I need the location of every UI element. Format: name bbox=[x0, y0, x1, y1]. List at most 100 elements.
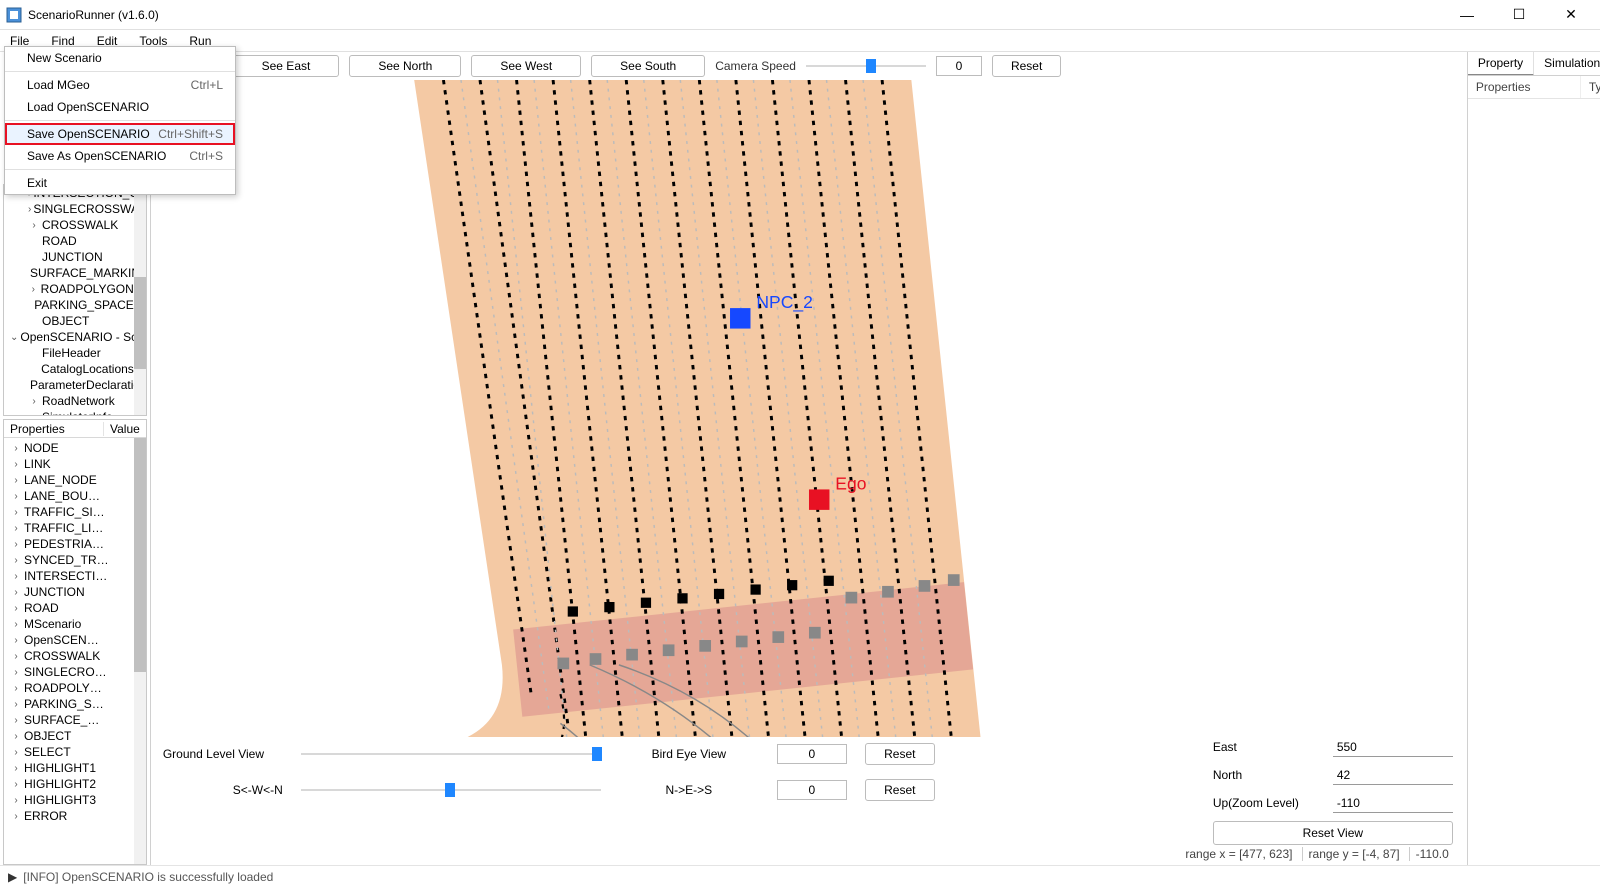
app-icon bbox=[6, 7, 22, 23]
menu-new-scenario[interactable]: New Scenario bbox=[5, 47, 235, 69]
menu-exit[interactable]: Exit bbox=[5, 172, 235, 194]
prop-tree-item[interactable]: ›MScenario bbox=[4, 616, 146, 632]
prop-tree-item[interactable]: ›ROADPOLY… bbox=[4, 680, 146, 696]
menu-load-mgeo[interactable]: Load MGeo Ctrl+L bbox=[5, 74, 235, 96]
prop-tree-item[interactable]: ›PEDESTRIA… bbox=[4, 536, 146, 552]
bird-view-label: Bird Eye View bbox=[619, 747, 759, 761]
swn-slider[interactable] bbox=[301, 780, 601, 800]
prop-tree-item[interactable]: ›INTERSECTI… bbox=[4, 568, 146, 584]
tree-item[interactable]: ⌄OpenSCENARIO - Scenario_Cut_In_1 bbox=[4, 329, 134, 345]
prop-tree-item[interactable]: ›JUNCTION bbox=[4, 584, 146, 600]
prop-tree-item[interactable]: ›LANE_NODE bbox=[4, 472, 146, 488]
tree-item[interactable]: JUNCTION bbox=[4, 249, 134, 265]
minimize-button[interactable]: — bbox=[1452, 7, 1482, 23]
prop-tree-item[interactable]: ›HIGHLIGHT3 bbox=[4, 792, 146, 808]
prop-tree-item[interactable]: ›HIGHLIGHT2 bbox=[4, 776, 146, 792]
tree-item[interactable]: CatalogLocations bbox=[4, 361, 134, 377]
entity-ego-label: Ego bbox=[835, 473, 866, 493]
prop-tree-item[interactable]: ›SINGLECRO… bbox=[4, 664, 146, 680]
ground-view-slider[interactable] bbox=[301, 744, 601, 764]
see-west-button[interactable]: See West bbox=[471, 55, 581, 77]
prop-tree-item[interactable]: ›SELECT bbox=[4, 744, 146, 760]
close-button[interactable]: ✕ bbox=[1556, 6, 1586, 23]
properties-scrollbar[interactable] bbox=[134, 438, 146, 864]
prop-tree-item[interactable]: ›HIGHLIGHT1 bbox=[4, 760, 146, 776]
entity-npc2-label: NPC_2 bbox=[756, 292, 813, 313]
range-status: range x = [477, 623] range y = [-4, 87] … bbox=[151, 845, 1467, 865]
range-x: range x = [477, 623] bbox=[1179, 847, 1298, 861]
north-label: North bbox=[1213, 768, 1323, 782]
prop-tree-item[interactable]: ›ROAD bbox=[4, 600, 146, 616]
tree-item[interactable]: ›RoadNetwork bbox=[4, 393, 134, 409]
properties-col1: Properties bbox=[4, 422, 104, 436]
tree-item[interactable]: PARKING_SPACE bbox=[4, 297, 134, 313]
prop-tree-item[interactable]: ›LINK bbox=[4, 456, 146, 472]
menu-bar: File Find Edit Tools Run bbox=[0, 30, 1600, 52]
tab-simulation-status[interactable]: Simulation Status bbox=[1534, 52, 1600, 75]
menu-item-label: New Scenario bbox=[27, 51, 102, 65]
nes-reset[interactable]: Reset bbox=[865, 779, 935, 801]
menu-item-shortcut: Ctrl+L bbox=[191, 78, 223, 92]
prop-tree-item[interactable]: ›PARKING_S… bbox=[4, 696, 146, 712]
menu-item-label: Exit bbox=[27, 176, 47, 190]
scenario-tree-panel: ›INTERSECTION_CONTROLLER›SINGLECROSSWALK… bbox=[3, 184, 147, 416]
tree-scrollbar[interactable] bbox=[134, 185, 146, 415]
tree-item[interactable]: ›SINGLECROSSWALK bbox=[4, 201, 134, 217]
see-south-button[interactable]: See South bbox=[591, 55, 705, 77]
bird-view-input[interactable] bbox=[777, 744, 847, 764]
range-z: -110.0 bbox=[1409, 847, 1455, 861]
entity-ego-marker bbox=[809, 489, 829, 509]
reset-view-button[interactable]: Reset View bbox=[1213, 821, 1453, 845]
camera-speed-slider[interactable] bbox=[806, 56, 926, 76]
prop-tree-item[interactable]: ›ERROR bbox=[4, 808, 146, 824]
rcol-type: Type bbox=[1581, 76, 1600, 98]
prop-tree-item[interactable]: ›TRAFFIC_LI… bbox=[4, 520, 146, 536]
prop-tree-item[interactable]: ›SYNCED_TR… bbox=[4, 552, 146, 568]
camera-speed-input[interactable] bbox=[936, 56, 982, 76]
file-dropdown: New Scenario Load MGeo Ctrl+L Load OpenS… bbox=[4, 46, 236, 195]
zoom-input[interactable] bbox=[1333, 793, 1453, 813]
north-input[interactable] bbox=[1333, 765, 1453, 785]
see-east-button[interactable]: See East bbox=[233, 55, 340, 77]
tab-property[interactable]: Property bbox=[1468, 52, 1534, 76]
zoom-label: Up(Zoom Level) bbox=[1213, 796, 1323, 810]
entity-npc2-marker bbox=[730, 308, 750, 328]
prop-tree-item[interactable]: ›CROSSWALK bbox=[4, 648, 146, 664]
tree-item[interactable]: ParameterDeclarations bbox=[4, 377, 134, 393]
maximize-button[interactable]: ☐ bbox=[1504, 6, 1534, 23]
title-bar: ScenarioRunner (v1.6.0) — ☐ ✕ bbox=[0, 0, 1600, 30]
prop-tree-item[interactable]: ›SURFACE_… bbox=[4, 712, 146, 728]
tree-item[interactable]: SURFACE_MARKING bbox=[4, 265, 134, 281]
right-tabstrip: Property Simulation Status Batch Simulat… bbox=[1468, 52, 1600, 76]
camera-speed-label: Camera Speed bbox=[715, 59, 796, 73]
nes-input[interactable] bbox=[777, 780, 847, 800]
tree-item[interactable]: ROAD bbox=[4, 233, 134, 249]
nes-label: N->E->S bbox=[619, 783, 759, 797]
tree-item[interactable]: OBJECT bbox=[4, 313, 134, 329]
camera-reset-button[interactable]: Reset bbox=[992, 55, 1061, 77]
tree-item[interactable]: FileHeader bbox=[4, 345, 134, 361]
map-viewport[interactable]: NPC_2 Ego NPC_3 bbox=[151, 80, 1467, 737]
menu-save-openscenario[interactable]: Save OpenSCENARIO Ctrl+Shift+S bbox=[5, 123, 235, 145]
range-y: range y = [-4, 87] bbox=[1302, 847, 1406, 861]
prop-tree-item[interactable]: ›OpenSCEN… bbox=[4, 632, 146, 648]
menu-save-as-openscenario[interactable]: Save As OpenSCENARIO Ctrl+S bbox=[5, 145, 235, 167]
swn-label: S<-W<-N bbox=[163, 783, 283, 797]
center-column: MGeo Type See East See North See West Se… bbox=[151, 52, 1467, 865]
status-expand-icon[interactable]: ▶ bbox=[8, 870, 17, 884]
east-input[interactable] bbox=[1333, 737, 1453, 757]
prop-tree-item[interactable]: ›NODE bbox=[4, 440, 146, 456]
tree-item[interactable]: ›ROADPOLYGON bbox=[4, 281, 134, 297]
menu-item-label: Load MGeo bbox=[27, 78, 90, 92]
see-north-button[interactable]: See North bbox=[349, 55, 461, 77]
prop-tree-item[interactable]: ›LANE_BOU… bbox=[4, 488, 146, 504]
menu-load-openscenario[interactable]: Load OpenSCENARIO bbox=[5, 96, 235, 118]
tree-item[interactable]: ›CROSSWALK bbox=[4, 217, 134, 233]
prop-tree-item[interactable]: ›TRAFFIC_SI… bbox=[4, 504, 146, 520]
tree-item[interactable]: ›SimulatorInfo bbox=[4, 409, 134, 415]
properties-col2: Value bbox=[104, 422, 146, 436]
prop-tree-item[interactable]: ›OBJECT bbox=[4, 728, 146, 744]
bird-view-reset[interactable]: Reset bbox=[865, 743, 935, 765]
status-text: [INFO] OpenSCENARIO is successfully load… bbox=[23, 870, 273, 884]
menu-item-label: Save As OpenSCENARIO bbox=[27, 149, 166, 163]
